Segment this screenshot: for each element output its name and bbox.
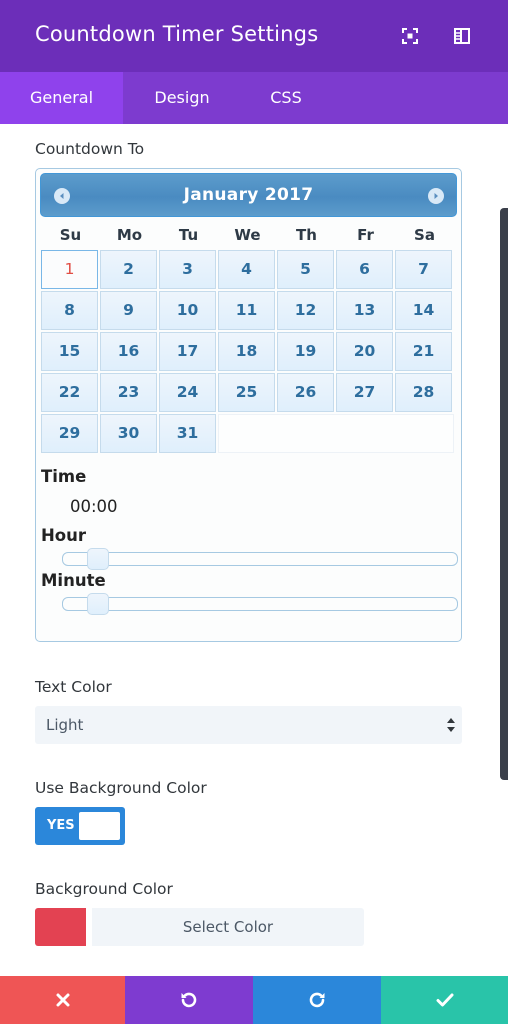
day-cell[interactable]: 4 xyxy=(218,250,275,289)
day-cell[interactable]: 2 xyxy=(100,250,157,289)
sidebar-layout-icon[interactable] xyxy=(452,26,472,46)
text-color-value: Light xyxy=(46,716,84,734)
day-cell[interactable]: 12 xyxy=(277,291,334,330)
day-cell[interactable]: 29 xyxy=(41,414,98,453)
day-cell[interactable]: 13 xyxy=(336,291,393,330)
datepicker-header: January 2017 xyxy=(40,173,457,217)
use-background-toggle[interactable]: YES xyxy=(35,807,125,845)
chevron-right-icon xyxy=(434,193,438,199)
select-color-button[interactable]: Select Color xyxy=(92,908,364,946)
save-button[interactable] xyxy=(381,976,508,1024)
day-cell[interactable]: 5 xyxy=(277,250,334,289)
day-cell[interactable]: 15 xyxy=(41,332,98,371)
weekday-header: We xyxy=(234,226,261,244)
minute-label: Minute xyxy=(41,571,106,590)
day-cell[interactable]: 8 xyxy=(41,291,98,330)
text-color-label: Text Color xyxy=(35,678,112,696)
toggle-label: YES xyxy=(47,818,75,833)
scrollbar[interactable] xyxy=(500,208,508,780)
cancel-button[interactable] xyxy=(0,976,125,1024)
time-value: 00:00 xyxy=(70,497,118,516)
day-cell[interactable]: 9 xyxy=(100,291,157,330)
day-cell[interactable]: 20 xyxy=(336,332,393,371)
text-color-select[interactable]: Light xyxy=(35,706,462,744)
use-background-label: Use Background Color xyxy=(35,779,207,797)
day-cell[interactable]: 23 xyxy=(100,373,157,412)
day-cell[interactable]: 31 xyxy=(159,414,216,453)
tab-bar: General Design CSS xyxy=(0,72,508,124)
weekday-header: Fr xyxy=(357,226,374,244)
countdown-to-label: Countdown To xyxy=(35,140,145,158)
undo-icon xyxy=(181,992,197,1008)
check-icon xyxy=(436,993,453,1007)
redo-icon xyxy=(309,992,325,1008)
datepicker: January 2017 Su Mo Tu We Th Fr Sa 1 2 3 4 5 6 7 8 9 10 1… xyxy=(35,168,462,642)
empty-calendar-cell xyxy=(218,414,454,453)
background-color-label: Background Color xyxy=(35,880,173,898)
modal-footer xyxy=(0,976,508,1024)
hour-slider-handle[interactable] xyxy=(87,548,109,570)
day-cell[interactable]: 27 xyxy=(336,373,393,412)
day-cell[interactable]: 6 xyxy=(336,250,393,289)
day-cell[interactable]: 26 xyxy=(277,373,334,412)
day-cell[interactable]: 17 xyxy=(159,332,216,371)
day-cell[interactable]: 7 xyxy=(395,250,452,289)
day-cell[interactable]: 10 xyxy=(159,291,216,330)
weekday-header: Sa xyxy=(414,226,435,244)
modal-header: Countdown Timer Settings xyxy=(0,0,508,72)
day-cell[interactable]: 25 xyxy=(218,373,275,412)
weekday-header: Su xyxy=(59,226,82,244)
datepicker-month: January 2017 xyxy=(183,185,314,205)
close-icon xyxy=(56,993,69,1007)
day-cell[interactable]: 19 xyxy=(277,332,334,371)
hour-label: Hour xyxy=(41,526,87,545)
redo-button[interactable] xyxy=(253,976,381,1024)
day-cell[interactable]: 18 xyxy=(218,332,275,371)
day-cell[interactable]: 24 xyxy=(159,373,216,412)
tab-design[interactable]: Design xyxy=(123,72,241,124)
minute-slider[interactable] xyxy=(62,593,458,615)
select-arrows-icon xyxy=(447,718,455,732)
weekday-header: Th xyxy=(296,226,317,244)
color-swatch[interactable] xyxy=(35,908,86,946)
tab-css[interactable]: CSS xyxy=(241,72,331,124)
day-cell[interactable]: 22 xyxy=(41,373,98,412)
next-month-button[interactable] xyxy=(428,188,444,204)
day-cell[interactable]: 3 xyxy=(159,250,216,289)
day-cell[interactable]: 30 xyxy=(100,414,157,453)
day-cell[interactable]: 16 xyxy=(100,332,157,371)
fullscreen-icon[interactable] xyxy=(400,26,420,46)
day-cell[interactable]: 14 xyxy=(395,291,452,330)
time-label: Time xyxy=(41,467,87,486)
weekday-header: Mo xyxy=(116,226,143,244)
tab-general[interactable]: General xyxy=(0,72,123,124)
weekday-header: Tu xyxy=(178,226,199,244)
toggle-knob xyxy=(79,812,120,840)
day-cell[interactable]: 28 xyxy=(395,373,452,412)
day-cell[interactable]: 11 xyxy=(218,291,275,330)
minute-slider-handle[interactable] xyxy=(87,593,109,615)
modal-title: Countdown Timer Settings xyxy=(35,22,319,46)
hour-slider[interactable] xyxy=(62,548,458,570)
day-cell[interactable]: 1 xyxy=(41,250,98,289)
undo-button[interactable] xyxy=(125,976,253,1024)
day-cell[interactable]: 21 xyxy=(395,332,452,371)
